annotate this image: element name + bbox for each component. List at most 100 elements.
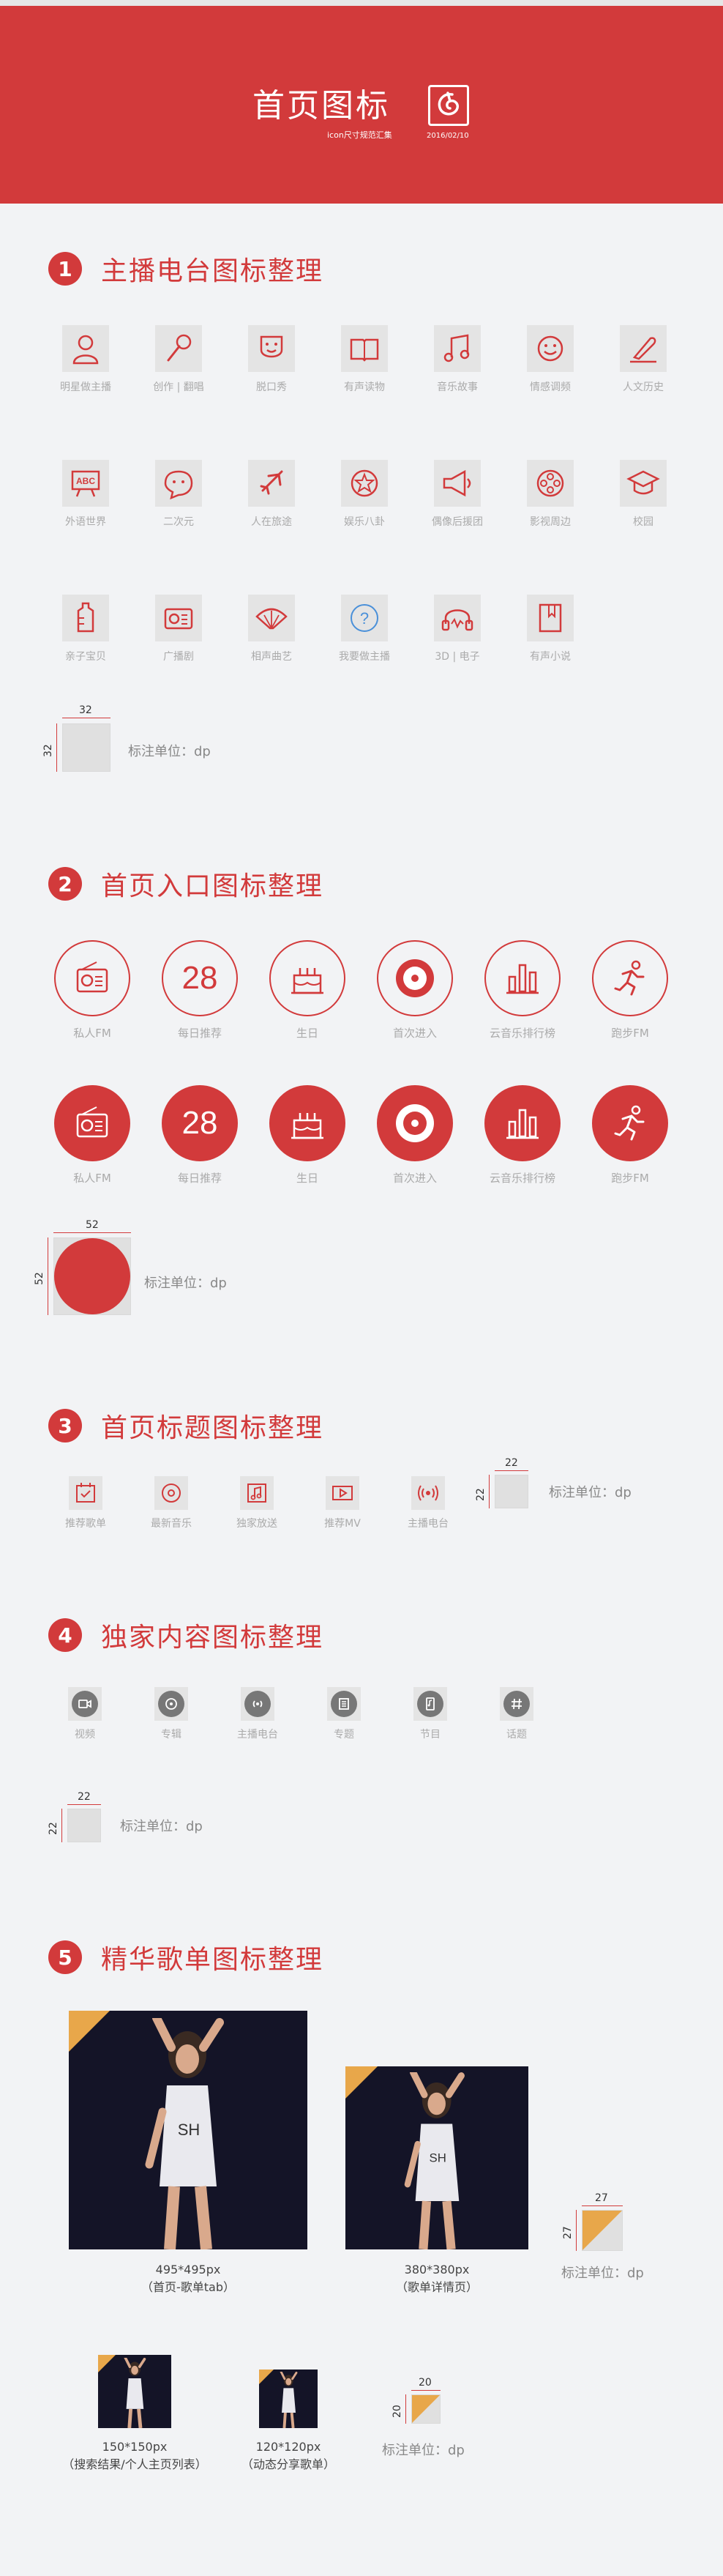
radio-icon-label: 人文历史	[623, 381, 664, 393]
radio-icon-item: 校园	[599, 460, 687, 529]
radio-icon-item: 音乐故事	[413, 325, 501, 394]
exclusive-icon-label: 专辑	[161, 1729, 181, 1741]
section-2-header: 2 首页入口图标整理	[48, 866, 323, 902]
radio-icon-label: 3D | 电子	[435, 651, 480, 663]
entry-icon-item: 云音乐排行榜	[468, 940, 577, 1041]
radio-icon-label: 广播剧	[163, 651, 194, 663]
size-sample-27dp	[582, 2210, 623, 2251]
section-title: 首页标题图标整理	[101, 1413, 324, 1443]
hashtag-icon	[500, 1687, 533, 1721]
corner-badge-icon	[412, 2395, 440, 2423]
day-number: 28	[181, 960, 218, 996]
cover-usage: （歌单详情页）	[395, 2280, 478, 2294]
model-photo-icon	[124, 2358, 146, 2428]
book-icon	[341, 325, 388, 372]
entry-icon-label: 生日	[296, 1172, 318, 1185]
quill-icon	[620, 325, 667, 372]
title-icon-label: 主播电台	[408, 1518, 449, 1530]
dimension-line	[56, 723, 57, 772]
cover-size: 150*150px	[102, 2440, 168, 2454]
title-icon-label: 独家放送	[236, 1518, 277, 1530]
dimension-line	[576, 2210, 577, 2251]
radio-icon-item: 亲子宝贝	[42, 595, 130, 663]
star-badge-icon	[341, 460, 388, 507]
entry-icon-label: 私人FM	[73, 1172, 111, 1185]
playlist-cover-120	[259, 2370, 318, 2428]
calendar-28-icon: 28	[162, 940, 238, 1016]
entry-icon-item: 28 每日推荐	[146, 1085, 254, 1185]
entry-icon-item: 首次进入	[361, 1085, 469, 1185]
svg-text:ABC: ABC	[76, 476, 95, 486]
cover-size: 120*120px	[255, 2440, 321, 2454]
corner-badge-icon	[582, 2211, 622, 2250]
dimension-line	[61, 1809, 62, 1842]
size-sample-22dp	[495, 1475, 528, 1508]
radio-icon-label: 有声小说	[530, 651, 571, 663]
broadcast-icon	[411, 1476, 445, 1510]
radio-icon-label: 娱乐八卦	[344, 516, 385, 528]
corner-badge-icon	[345, 2066, 378, 2099]
svg-text:SH: SH	[178, 2121, 201, 2139]
radio-icon-item: 影视周边	[506, 460, 594, 529]
entry-icon-item: 私人FM	[38, 1085, 146, 1185]
section-number: 2	[48, 867, 82, 901]
dimension-height: 20	[392, 2405, 403, 2418]
radio-icon-label: 有声读物	[344, 381, 385, 393]
section-title: 首页入口图标整理	[101, 871, 324, 901]
cover-caption: 150*150px （搜索结果/个人主页列表）	[54, 2438, 215, 2473]
radio-icon	[54, 1085, 130, 1161]
radio-icon-item: 人文历史	[599, 325, 687, 394]
broadcast-icon	[241, 1687, 274, 1721]
runner-icon	[592, 940, 668, 1016]
exclusive-icon-item: 专辑	[135, 1687, 208, 1741]
person-icon	[62, 325, 109, 372]
title-icon-label: 推荐MV	[324, 1518, 361, 1530]
model-photo-icon: SH	[145, 2018, 224, 2249]
exclusive-icon-label: 专题	[334, 1729, 354, 1741]
radio-icon-item: 相声曲艺	[228, 595, 315, 663]
unit-note: 标注单位：dp	[549, 1485, 632, 1500]
exclusive-icon-item: 主播电台	[221, 1687, 294, 1741]
radio-icon-label: 音乐故事	[437, 381, 478, 393]
entry-icon-label: 跑步FM	[611, 1172, 649, 1185]
entry-icon-label: 云音乐排行榜	[489, 1172, 555, 1185]
section-number: 4	[48, 1618, 82, 1652]
title-icon-item: 推荐歌单	[50, 1476, 121, 1530]
netease-music-logo-icon	[428, 85, 469, 126]
corner-badge-icon	[98, 2355, 116, 2372]
entry-icon-item: 云音乐排行榜	[468, 1085, 577, 1185]
cover-caption: 495*495px （首页-歌单tab）	[113, 2261, 263, 2296]
cover-size: 495*495px	[155, 2263, 221, 2277]
airplane-icon	[248, 460, 295, 507]
dimension-width: 22	[505, 1457, 518, 1469]
model-photo-icon	[280, 2372, 298, 2428]
dimension-line	[67, 1804, 101, 1805]
film-reel-icon	[527, 460, 574, 507]
exclusive-icon-item: 专题	[307, 1687, 381, 1741]
cake-icon	[269, 940, 345, 1016]
radio-icon-label: 情感调频	[530, 381, 571, 393]
dimension-height: 52	[34, 1272, 45, 1285]
dimension-width: 20	[419, 2377, 432, 2389]
dimension-height: 32	[42, 744, 54, 757]
exclusive-icon-item: 节目	[394, 1687, 467, 1741]
dimension-line	[53, 1232, 131, 1233]
dimension-line	[405, 2394, 406, 2424]
entry-icon-label: 私人FM	[73, 1027, 111, 1040]
exclusive-icon-label: 视频	[75, 1729, 95, 1741]
unit-note: 标注单位：dp	[382, 2443, 465, 2458]
dimension-width: 27	[595, 2192, 608, 2204]
radio-icon-item: 二次元	[135, 460, 222, 529]
section-number: 1	[48, 252, 82, 286]
music-note-icon	[434, 325, 481, 372]
section-4-header: 4 独家内容图标整理	[48, 1617, 323, 1653]
entry-icon-item: 生日	[253, 1085, 362, 1185]
radio-icon-item: 创作 | 翻唱	[135, 325, 222, 394]
radio-icon-item: 娱乐八卦	[321, 460, 408, 529]
entry-icon-item: 跑步FM	[576, 1085, 684, 1185]
microphone-icon	[155, 325, 202, 372]
entry-icon-label: 首次进入	[392, 1027, 437, 1040]
radio-icon-label: 脱口秀	[256, 381, 287, 393]
banner-title: 首页图标	[252, 87, 390, 124]
bar-chart-icon	[484, 940, 561, 1016]
